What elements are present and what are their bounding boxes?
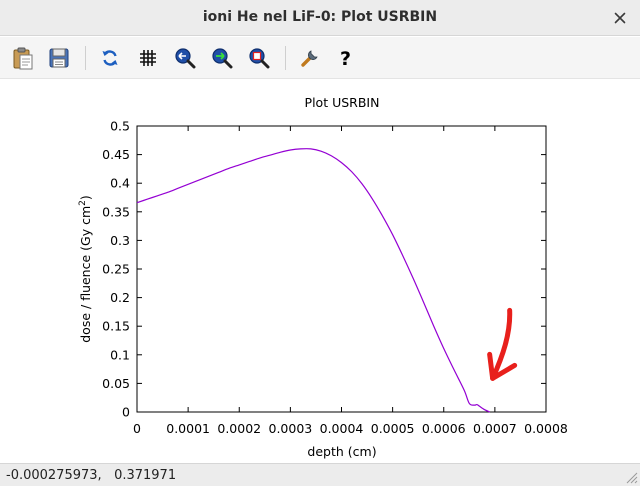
- toolbar-separator: [285, 46, 286, 70]
- y-tick-label: 0: [122, 405, 130, 420]
- y-tick-label: 0.5: [110, 119, 130, 134]
- x-tick-label: 0.0003: [269, 421, 313, 436]
- zoom-out-icon[interactable]: [172, 45, 198, 71]
- x-axis-label: depth (cm): [307, 444, 376, 459]
- plot-frame: [136, 125, 547, 413]
- x-tick-label: 0.0007: [473, 421, 517, 436]
- y-axis-label-close: ): [78, 195, 93, 200]
- close-icon[interactable]: [608, 6, 632, 30]
- plot-canvas[interactable]: Plot USRBIN 0 0.0001 0.0002 0.0003 0.0004 0.0…: [0, 80, 640, 462]
- svg-text:?: ?: [340, 48, 351, 69]
- y-axis-label-main: dose / fluence (Gy cm: [78, 206, 93, 343]
- resize-grip-icon[interactable]: [624, 470, 638, 484]
- y-tick-label: 0.2: [110, 290, 130, 305]
- toolbar-separator: [85, 46, 86, 70]
- status-bar: -0.000275973, 0.371971: [0, 463, 640, 486]
- zoom-fit-icon[interactable]: [246, 45, 272, 71]
- grid-icon[interactable]: [135, 45, 161, 71]
- y-tick-label: 0.45: [102, 147, 130, 162]
- y-axis-label: dose / fluence (Gy cm2): [78, 195, 93, 343]
- settings-wrench-icon[interactable]: [297, 45, 323, 71]
- save-icon[interactable]: [46, 45, 72, 71]
- toolbar: ?: [0, 37, 640, 79]
- y-tick-label: 0.4: [110, 176, 130, 191]
- refresh-icon[interactable]: [97, 45, 123, 71]
- y-tick-labels: 0 0.05 0.1 0.15 0.2 0.25 0.3 0.35 0.4 0.45 0.5: [102, 119, 130, 420]
- x-tick-labels: 0 0.0001 0.0002 0.0003 0.0004 0.0005 0.0006 0.0…: [133, 421, 568, 436]
- plot-svg[interactable]: Plot USRBIN 0 0.0001 0.0002 0.0003 0.0004 0.0…: [0, 80, 640, 462]
- x-tick-label: 0: [133, 421, 141, 436]
- y-tick-label: 0.15: [102, 319, 130, 334]
- window-titlebar: ioni He nel LiF-0: Plot USRBIN: [0, 0, 640, 36]
- clipboard-icon[interactable]: [10, 45, 36, 71]
- cursor-coordinates: -0.000275973, 0.371971: [6, 468, 177, 483]
- x-tick-label: 0.0001: [166, 421, 210, 436]
- y-tick-label: 0.35: [102, 204, 130, 219]
- x-tick-label: 0.0006: [422, 421, 466, 436]
- x-tick-label: 0.0005: [371, 421, 415, 436]
- y-tick-label: 0.25: [102, 262, 130, 277]
- chart-title: Plot USRBIN: [305, 95, 380, 110]
- x-tick-label: 0.0002: [217, 421, 261, 436]
- zoom-in-icon[interactable]: [209, 45, 235, 71]
- y-tick-label: 0.05: [102, 376, 130, 391]
- y-tick-label: 0.1: [110, 347, 130, 362]
- help-icon[interactable]: ?: [334, 45, 360, 71]
- x-tick-label: 0.0008: [524, 421, 568, 436]
- y-tick-label: 0.3: [110, 233, 130, 248]
- window-title: ioni He nel LiF-0: Plot USRBIN: [202, 9, 438, 25]
- x-tick-label: 0.0004: [320, 421, 364, 436]
